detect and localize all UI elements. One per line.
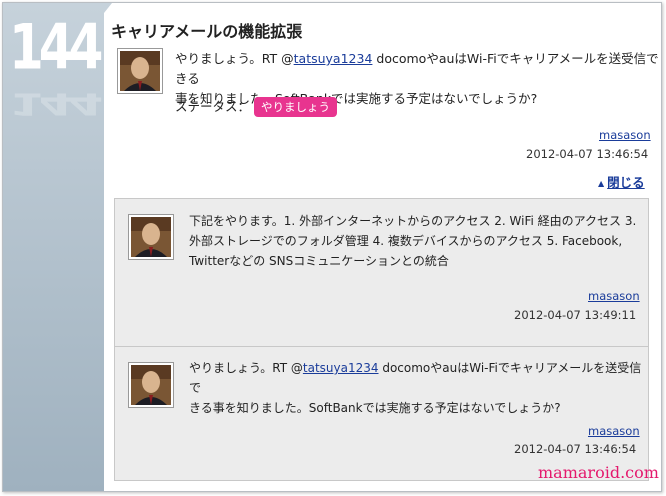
entry-number-reflection: 144 [9,86,99,121]
close-toggle[interactable]: ▲ 閉じる [598,172,645,191]
reply-text-line2: 外部ストレージでのフォルダ管理 4. 複数デバイスからのアクセス 5. Face… [189,234,623,248]
avatar-image [131,217,171,257]
reply-text-line2: きる事を知りました。SoftBankでは実施する予定はないでしょうか? [189,401,561,415]
avatar [128,362,174,408]
mention-link[interactable]: tatsuya1234 [294,51,373,66]
entry-number: 144 [9,11,103,84]
author-link[interactable]: masason [599,128,651,142]
watermark: mamaroid.com [538,463,659,482]
reply-divider [115,346,648,347]
avatar-image [131,365,171,405]
post-date: 2012-04-07 13:46:54 [526,147,649,161]
author-link[interactable]: masason [588,424,640,438]
number-rail: 144 144 [3,3,104,491]
avatar-image [120,51,160,91]
status-label: ステータス： [175,99,251,114]
reply-text-line3: Twitterなどの SNSコミュニケーションとの統合 [189,254,449,268]
author-link[interactable]: masason [588,289,640,303]
triangle-up-icon: ▲ [598,179,605,188]
status-badge: やりましょう [254,97,338,117]
avatar [128,214,174,260]
reply-date: 2012-04-07 13:49:11 [514,308,637,322]
rail-notch [104,3,112,13]
post-text-lead: やりましょう。RT @ [175,51,294,66]
avatar [117,48,163,94]
reply-text: やりましょう。RT @tatsuya1234 docomoやauはWi-Fiでキ… [189,358,648,418]
reply-thread: 下記をやります。1. 外部インターネットからのアクセス 2. WiFi 経由のア… [114,198,649,481]
reply-text-lead: やりましょう。RT @ [189,361,303,375]
entry-title: キャリアメールの機能拡張 [111,22,303,41]
mention-link[interactable]: tatsuya1234 [303,361,379,375]
status-row: ステータス： やりましょう [175,96,338,117]
reply-text-line1: 下記をやります。1. 外部インターネットからのアクセス 2. WiFi 経由のア… [189,214,637,228]
close-label[interactable]: 閉じる [607,175,645,190]
reply-text: 下記をやります。1. 外部インターネットからのアクセス 2. WiFi 経由のア… [189,211,636,271]
reply-date: 2012-04-07 13:46:54 [514,442,637,456]
